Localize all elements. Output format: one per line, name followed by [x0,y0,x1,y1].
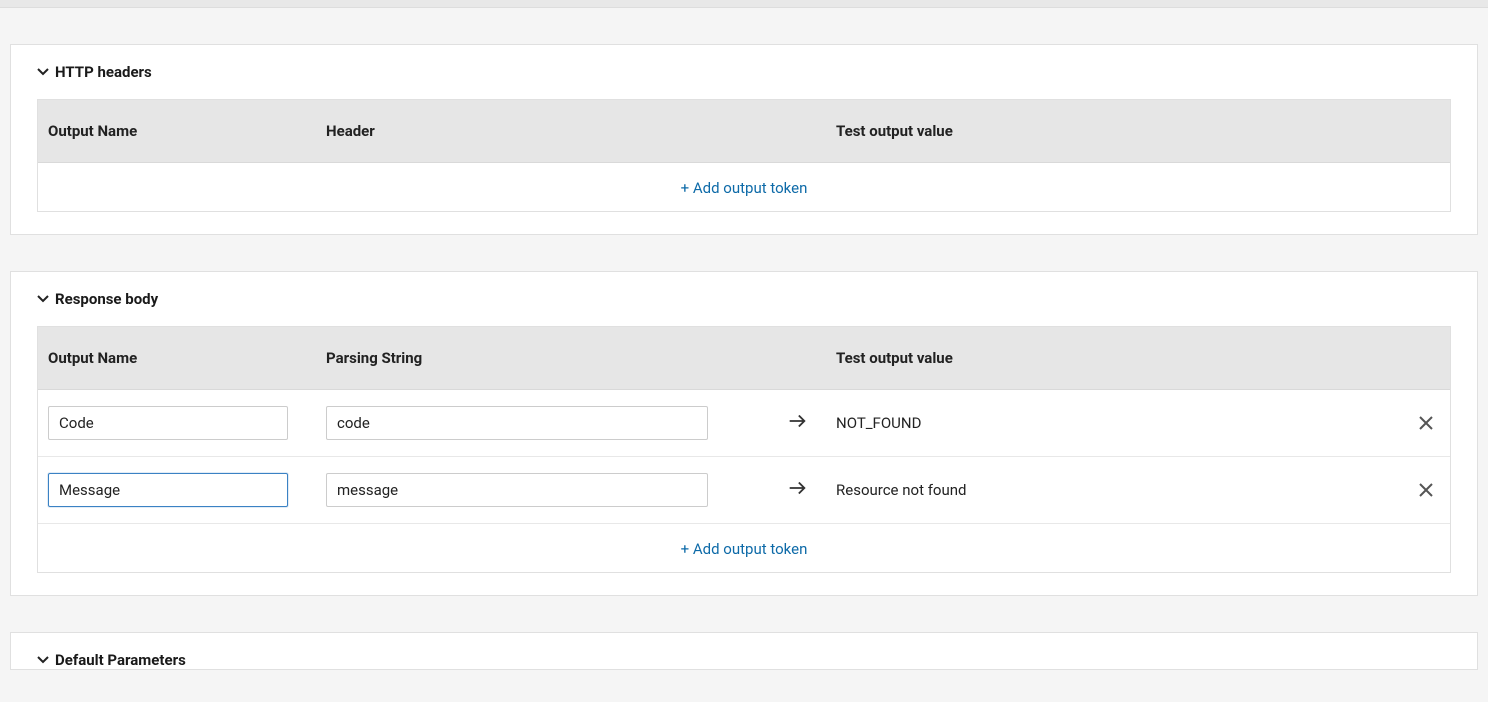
response-body-thead: Output Name Parsing String Test output v… [38,327,1450,390]
response-body-table: Output Name Parsing String Test output v… [37,326,1451,573]
default-parameters-toggle[interactable]: Default Parameters [37,651,1451,669]
add-output-token-link[interactable]: + Add output token [681,540,808,558]
response-body-panel: Response body Output Name Parsing String… [10,271,1478,596]
remove-row-button[interactable] [1412,475,1440,505]
output-name-input[interactable] [48,406,288,440]
column-arrow-spacer [776,100,826,162]
arrow-right-icon [786,410,808,436]
top-bar [0,0,1488,8]
http-headers-toggle[interactable]: HTTP headers [37,63,1451,81]
remove-row-button[interactable] [1412,408,1440,438]
chevron-down-icon [37,293,49,305]
parsing-string-input[interactable] [326,406,708,440]
default-parameters-panel: Default Parameters [10,632,1478,670]
http-headers-title: HTTP headers [55,63,152,81]
test-output-value: NOT_FOUND [836,414,921,432]
default-parameters-title: Default Parameters [55,651,186,669]
http-headers-add-row: + Add output token [38,163,1450,211]
add-output-token-link[interactable]: + Add output token [681,179,808,197]
column-parsing-string: Parsing String [316,327,776,389]
column-action-spacer [1402,327,1450,389]
parsing-string-input[interactable] [326,473,708,507]
column-header: Header [316,100,776,162]
column-test-output-value: Test output value [826,100,1450,162]
output-name-input[interactable] [48,473,288,507]
chevron-down-icon [37,66,49,78]
column-arrow-spacer [776,327,826,389]
test-output-value: Resource not found [836,481,966,499]
table-row: Resource not found [38,457,1450,524]
http-headers-panel: HTTP headers Output Name Header Test out… [10,44,1478,235]
response-body-title: Response body [55,290,158,308]
column-test-output-value: Test output value [826,327,1402,389]
http-headers-thead: Output Name Header Test output value [38,100,1450,163]
http-headers-table: Output Name Header Test output value + A… [37,99,1451,212]
column-output-name: Output Name [38,100,316,162]
response-body-toggle[interactable]: Response body [37,290,1451,308]
response-body-add-row: + Add output token [38,524,1450,572]
chevron-down-icon [37,654,49,666]
column-output-name: Output Name [38,327,316,389]
arrow-right-icon [786,477,808,503]
table-row: NOT_FOUND [38,390,1450,457]
